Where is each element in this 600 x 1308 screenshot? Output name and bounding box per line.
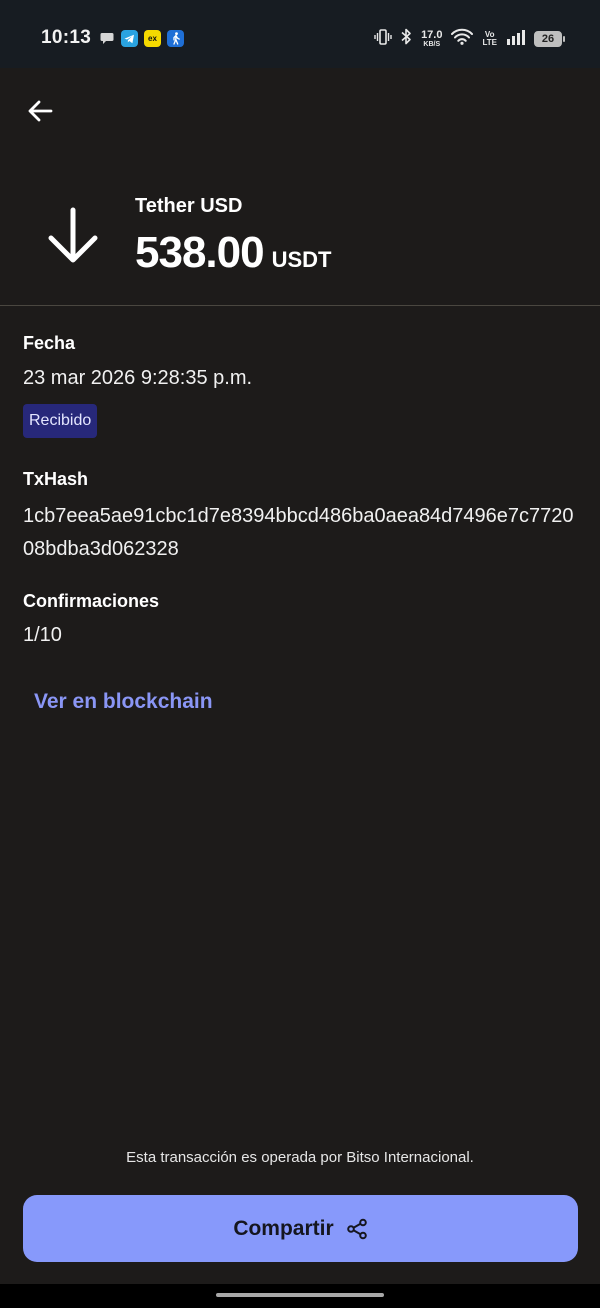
walking-person-icon [167,30,184,47]
amount-value: 538.00 [135,228,265,277]
telegram-icon [121,30,138,47]
status-time: 10:13 [41,27,92,48]
notification-icons: ex [98,30,184,47]
view-on-blockchain-link[interactable]: Ver en blockchain [34,690,213,714]
arrow-down-icon [48,207,98,263]
share-button[interactable]: Compartir [23,1195,578,1262]
asset-name: Tether USD [135,195,243,217]
share-icon [346,1218,367,1239]
battery-indicator: 26 [534,31,565,47]
operator-note: Esta transacción es operada por Bitso In… [126,1149,474,1166]
chat-bubble-icon [98,30,115,47]
signal-icon [506,29,525,50]
amount-row: 538.00 USDT [135,228,331,278]
confirmations-value: 1/10 [23,624,62,646]
transaction-detail-screen: 10:13 ex 17.0 KB/S Vo LTE 26 Tether USD … [0,0,600,1308]
network-speed: 17.0 KB/S [421,29,443,49]
status-badge: Recibido [23,404,98,438]
amount-unit: USDT [271,247,332,272]
status-bar: 10:13 ex 17.0 KB/S Vo LTE 26 [0,0,600,68]
back-button[interactable] [22,93,58,129]
confirmations-label: Confirmaciones [23,591,160,611]
txhash-value: 1cb7eea5ae91cbc1d7e8394bbcd486ba0aea84d7… [23,505,574,560]
ex-app-icon: ex [144,30,161,47]
txhash-label: TxHash [23,469,89,489]
vibrate-icon [374,28,392,50]
volte-indicator: Vo LTE [482,30,497,47]
bluetooth-icon [401,28,412,50]
date-label: Fecha [23,333,76,353]
system-indicators: 17.0 KB/S Vo LTE 26 [374,28,565,50]
arrow-left-icon [28,100,53,122]
share-button-label: Compartir [233,1216,334,1240]
wifi-icon [451,28,474,50]
home-indicator[interactable] [216,1293,384,1297]
date-value: 23 mar 2026 9:28:35 p.m. [23,367,253,389]
header-divider [0,305,600,306]
